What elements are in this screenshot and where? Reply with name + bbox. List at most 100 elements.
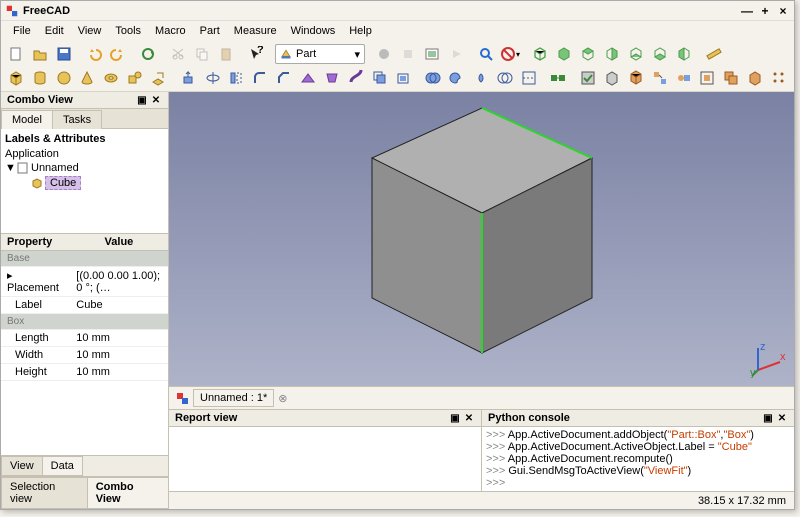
boolean-common-icon[interactable] <box>470 67 492 89</box>
menu-edit[interactable]: Edit <box>39 23 70 39</box>
whatsthis-icon[interactable]: ? <box>245 43 267 65</box>
tree-view[interactable]: Labels & Attributes Application ▼ Unname… <box>1 129 168 234</box>
new-icon[interactable] <box>5 43 27 65</box>
view-front-icon[interactable] <box>553 43 575 65</box>
part-sweep-icon[interactable] <box>345 67 367 89</box>
tab-selection-view[interactable]: Selection view <box>1 477 88 509</box>
svg-text:x: x <box>780 351 786 363</box>
view-left-icon[interactable] <box>673 43 695 65</box>
part-box-icon[interactable] <box>5 67 27 89</box>
attachment-icon[interactable] <box>673 67 695 89</box>
python-float-button[interactable]: ▣ <box>762 412 774 424</box>
doc-tab-close[interactable]: ⊗ <box>278 392 287 405</box>
view-top-icon[interactable] <box>577 43 599 65</box>
part-sphere-icon[interactable] <box>53 67 75 89</box>
refine-shape-icon[interactable] <box>625 67 647 89</box>
tree-obj-cube[interactable]: Cube <box>5 175 164 191</box>
part-loft-icon[interactable] <box>321 67 343 89</box>
doc-tab-unnamed[interactable]: Unnamed : 1* <box>193 389 274 407</box>
view-rear-icon[interactable] <box>625 43 647 65</box>
fit-all-icon[interactable] <box>475 43 497 65</box>
report-close-button[interactable]: ✕ <box>463 412 475 424</box>
python-content[interactable]: >>> App.ActiveDocument.addObject("Part::… <box>482 427 794 491</box>
measure-icon[interactable] <box>703 43 725 65</box>
close-button[interactable]: × <box>776 4 790 18</box>
menu-measure[interactable]: Measure <box>228 23 283 39</box>
maximize-button[interactable]: + <box>758 4 772 18</box>
subshape-icon[interactable] <box>697 67 719 89</box>
report-view: Report view ▣ ✕ <box>169 410 482 491</box>
paste-icon[interactable] <box>215 43 237 65</box>
undo-icon[interactable] <box>83 43 105 65</box>
menu-help[interactable]: Help <box>343 23 378 39</box>
python-close-button[interactable]: ✕ <box>776 412 788 424</box>
menu-file[interactable]: File <box>7 23 37 39</box>
macro-record-icon[interactable] <box>373 43 395 65</box>
prop-row-height[interactable]: Height10 mm <box>1 364 168 381</box>
report-float-button[interactable]: ▣ <box>449 412 461 424</box>
panel-float-button[interactable]: ▣ <box>136 94 148 106</box>
prop-row-placement[interactable]: ▸ Placement[(0.00 0.00 1.00); 0 °; (… <box>1 267 168 297</box>
open-icon[interactable] <box>29 43 51 65</box>
boolean-union-icon[interactable] <box>422 67 444 89</box>
tab-data[interactable]: Data <box>42 456 83 476</box>
part-chamfer-icon[interactable] <box>273 67 295 89</box>
shape-from-mesh-icon[interactable] <box>744 67 766 89</box>
refresh-icon[interactable] <box>137 43 159 65</box>
copy-icon[interactable] <box>191 43 213 65</box>
prop-row-label[interactable]: LabelCube <box>1 297 168 314</box>
view-bottom-icon[interactable] <box>649 43 671 65</box>
part-mirror-icon[interactable] <box>226 67 248 89</box>
view-iso-icon[interactable] <box>529 43 551 65</box>
convert-icon[interactable] <box>649 67 671 89</box>
tab-tasks[interactable]: Tasks <box>52 110 102 129</box>
part-cylinder-icon[interactable] <box>29 67 51 89</box>
cut-icon[interactable] <box>167 43 189 65</box>
points-from-mesh-icon[interactable] <box>768 67 790 89</box>
macro-run-icon[interactable] <box>445 43 467 65</box>
menu-part[interactable]: Part <box>194 23 226 39</box>
macro-stop-icon[interactable] <box>397 43 419 65</box>
part-cone-icon[interactable] <box>77 67 99 89</box>
panel-close-button[interactable]: ✕ <box>150 94 162 106</box>
prop-row-width[interactable]: Width10 mm <box>1 347 168 364</box>
tab-combo-view[interactable]: Combo View <box>87 477 169 509</box>
check-geometry-icon[interactable] <box>577 67 599 89</box>
save-icon[interactable] <box>53 43 75 65</box>
minimize-button[interactable]: — <box>740 4 754 18</box>
macro-list-icon[interactable] <box>421 43 443 65</box>
axis-triad: x y z <box>750 342 786 378</box>
menu-macro[interactable]: Macro <box>149 23 192 39</box>
part-primitives-icon[interactable] <box>124 67 146 89</box>
part-offset-icon[interactable] <box>369 67 391 89</box>
part-builder-icon[interactable] <box>148 67 170 89</box>
tree-doc[interactable]: ▼ Unnamed <box>5 161 164 175</box>
redo-icon[interactable] <box>107 43 129 65</box>
tab-model[interactable]: Model <box>1 110 53 129</box>
part-fillet-icon[interactable] <box>249 67 271 89</box>
element-copy-icon[interactable] <box>720 67 742 89</box>
tab-view[interactable]: View <box>1 456 43 476</box>
tree-header: Labels & Attributes <box>5 131 164 147</box>
report-content[interactable] <box>169 427 481 491</box>
boolean-cross-icon[interactable] <box>518 67 540 89</box>
menu-view[interactable]: View <box>72 23 108 39</box>
menu-windows[interactable]: Windows <box>285 23 342 39</box>
part-revolve-icon[interactable] <box>202 67 224 89</box>
part-torus-icon[interactable] <box>100 67 122 89</box>
boolean-cut-icon[interactable] <box>446 67 468 89</box>
tree-root[interactable]: Application <box>5 147 164 161</box>
3d-viewport[interactable]: x y z <box>169 92 794 386</box>
menu-tools[interactable]: Tools <box>109 23 147 39</box>
part-extrude-icon[interactable] <box>178 67 200 89</box>
compound-make-icon[interactable] <box>547 67 569 89</box>
boolean-section-icon[interactable] <box>494 67 516 89</box>
doc-tab-label: Unnamed : 1* <box>200 392 267 404</box>
draw-style-icon[interactable]: ▾ <box>499 43 521 65</box>
shape-info-icon[interactable] <box>601 67 623 89</box>
prop-row-length[interactable]: Length10 mm <box>1 330 168 347</box>
view-right-icon[interactable] <box>601 43 623 65</box>
part-thickness-icon[interactable] <box>392 67 414 89</box>
workbench-selector[interactable]: Part ▾ <box>275 44 365 64</box>
part-ruled-icon[interactable] <box>297 67 319 89</box>
